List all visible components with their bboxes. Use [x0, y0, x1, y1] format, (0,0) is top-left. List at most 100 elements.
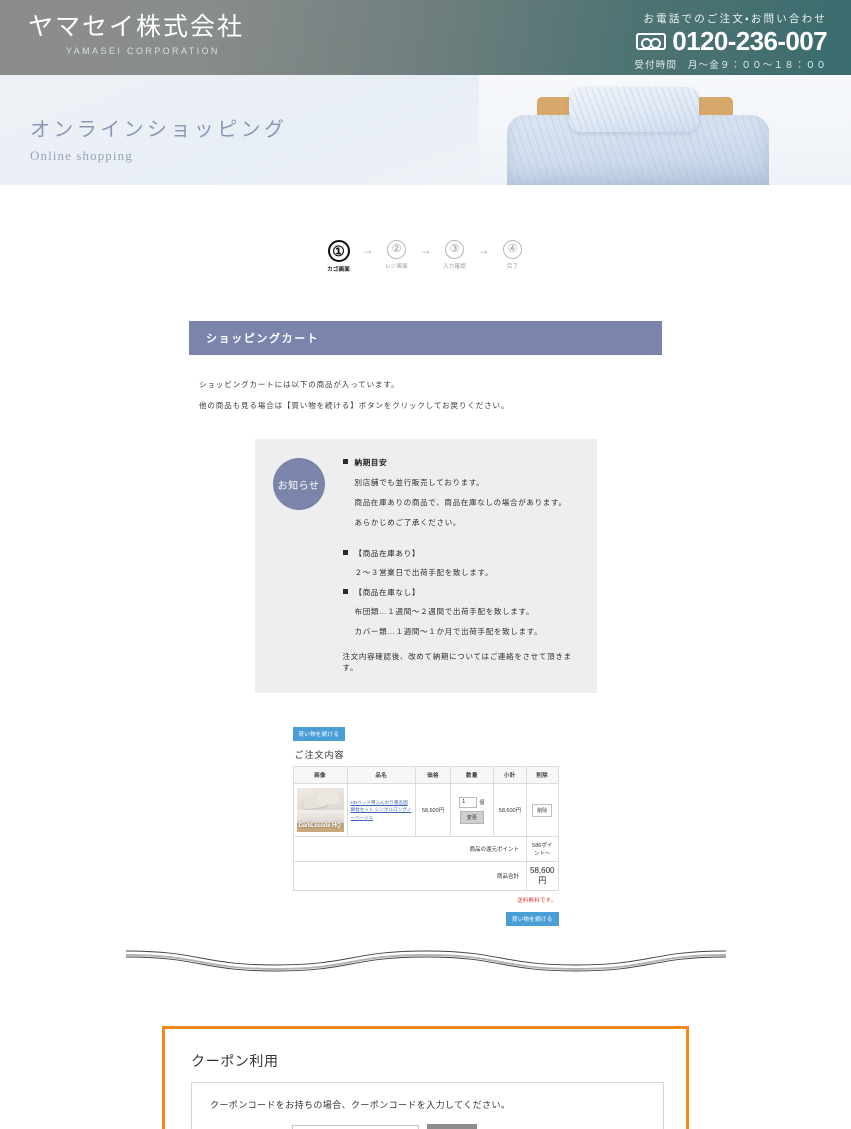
- brand-logo[interactable]: ヤマセイ株式会社 YAMASEI CORPORATION: [28, 12, 244, 56]
- cell-product-image: DarkLessde HQ: [292, 783, 348, 837]
- cell-quantity: 個 変更: [449, 783, 494, 837]
- quantity-control: 個: [454, 796, 490, 808]
- page-root: ヤマセイ株式会社 YAMASEI CORPORATION お電話でのご注文・お問…: [0, 0, 851, 1129]
- notice-line-1: 別店舗でも並行販売しております。: [354, 478, 485, 487]
- checkout-step-indicator: ① カゴ画面 → ② レジ画面 → ③ 入力確認 → ④ 完了: [0, 240, 851, 273]
- coupon-title: クーポン利用: [191, 1053, 279, 1069]
- column-header-product-name: 品名: [346, 766, 417, 784]
- notice-group-2-title: 【商品在庫なし】: [342, 587, 579, 598]
- notice-spacer: [343, 537, 579, 548]
- table-row: DarkLessde HQ HDベッド用ふんわり重吾国綿枕セット シングルロング…: [292, 783, 559, 837]
- column-header-image: 画像: [292, 766, 348, 784]
- step-3-confirm: ③ 入力確認: [437, 240, 473, 270]
- shipping-free-note: 送料無料です。: [517, 898, 557, 904]
- cart-description: ショッピングカートには以下の商品が入っています。 他の商品も見る場合は【買い物を…: [199, 379, 662, 411]
- contact-phone-block: お電話でのご注文・お問い合わせ 0120-236-007 受付時間 月〜金９：０…: [634, 11, 827, 71]
- continue-shopping-button-bottom[interactable]: 買い物を続ける: [505, 912, 559, 926]
- notice-line-2: 商品在庫ありの商品で、商品在庫なしの場合があります。: [354, 498, 567, 507]
- column-header-delete: 削除: [526, 766, 559, 784]
- coupon-inner-box: クーポンコードをお持ちの場合、クーポンコードを入力してください。 クーポンコード…: [191, 1082, 664, 1129]
- column-header-price: 価格: [415, 766, 451, 784]
- hero-text: オンラインショッピング Online shopping: [30, 113, 287, 164]
- hero-banner: オンラインショッピング Online shopping: [0, 75, 851, 185]
- square-bullet-icon: [342, 550, 348, 555]
- step-2-register: ② レジ画面: [379, 240, 415, 270]
- step-1-label: カゴ画面: [327, 267, 350, 273]
- column-header-quantity: 数量: [449, 766, 494, 784]
- step-1-cart: ① カゴ画面: [321, 240, 357, 273]
- cell-price: 58,600円: [415, 783, 451, 837]
- product-thumbnail-image[interactable]: DarkLessde HQ: [296, 788, 344, 832]
- phone-hours: 受付時間 月〜金９：００〜１８：００: [634, 60, 827, 71]
- notice-group-1-title-text: 【商品在庫あり】: [354, 549, 421, 558]
- cell-delete: 削除: [526, 783, 559, 837]
- square-bullet-icon: [342, 589, 348, 594]
- notice-heading-text: 納期目安: [354, 458, 388, 467]
- quantity-unit-label: 個: [479, 799, 485, 806]
- hero-title: オンラインショッピング: [30, 117, 288, 141]
- points-row: 商品の還元ポイント 586ポイント〜: [292, 836, 559, 862]
- wave-divider: [0, 943, 851, 978]
- continue-shopping-row-bottom: 買い物を続ける: [293, 908, 559, 926]
- quantity-change-button[interactable]: 変更: [459, 810, 484, 824]
- phone-lead-text: お電話でのご注文・お問い合わせ: [643, 13, 827, 25]
- cell-product-name: HDベッド用ふんわり重吾国綿枕セット シングルロングノーベージュ: [346, 783, 417, 837]
- phone-number: 0120-236-007: [672, 26, 827, 56]
- total-value: 58,600円: [526, 861, 559, 891]
- hero-subtitle: Online shopping: [30, 148, 133, 163]
- wave-divider-svg: [125, 950, 726, 972]
- notice-badge: お知らせ: [272, 458, 325, 510]
- order-contents-area: 買い物を続ける ご注文内容 画像 品名 価格 数量 小計 削除 DarkLess…: [292, 723, 559, 926]
- step-arrow-2: →: [419, 243, 432, 257]
- points-label: 商品の還元ポイント: [292, 836, 527, 862]
- cell-subtotal: 58,600円: [492, 783, 528, 837]
- brand-name-en: YAMASEI CORPORATION: [66, 46, 220, 56]
- step-4-label: 完了: [506, 264, 519, 270]
- coupon-lead-text: クーポンコードをお持ちの場合、クーポンコードを入力してください。: [210, 1100, 511, 1110]
- notice-line-3: あらかじめご了承ください。: [354, 518, 462, 527]
- product-name-link[interactable]: HDベッド用ふんわり重吾国綿枕セット シングルロングノーベージュ: [351, 799, 413, 820]
- notice-group-1-title: 【商品在庫あり】: [342, 548, 579, 559]
- notice-group-2-title-text: 【商品在庫なし】: [354, 588, 421, 597]
- notice-heading: 納期目安: [342, 457, 579, 468]
- step-2-label: レジ画面: [385, 264, 408, 270]
- phone-number-row: 0120-236-007: [634, 26, 828, 56]
- step-2-number: ②: [387, 240, 406, 259]
- notice-body: 納期目安 別店舗でも並行販売しております。 商品在庫ありの商品で、商品在庫なしの…: [342, 456, 579, 673]
- thumbnail-overlay-text: DarkLessde HQ: [298, 823, 341, 829]
- continue-shopping-button-top[interactable]: 買い物を続ける: [292, 727, 346, 741]
- cart-description-line-1: ショッピングカートには以下の商品が入っています。: [199, 380, 400, 389]
- total-row: 商品合計 58,600円: [292, 861, 559, 891]
- thumbnail-mattress-shape: [296, 810, 344, 824]
- delete-item-button[interactable]: 削除: [532, 803, 553, 817]
- coupon-code-input[interactable]: [292, 1125, 420, 1129]
- step-arrow-1: →: [361, 243, 374, 257]
- bed-pillow-shape: [569, 87, 699, 132]
- cart-description-line-2: 他の商品も見る場合は【買い物を続ける】ボタンをクリックしてお戻りください。: [199, 401, 510, 410]
- square-bullet-icon: [342, 459, 348, 464]
- step-1-number: ①: [327, 240, 350, 262]
- free-dial-icon: [636, 32, 667, 50]
- notice-group-1-line-1: ２〜３営業日で出荷手配を致します。: [354, 568, 494, 577]
- coupon-apply-button[interactable]: 適用: [427, 1124, 478, 1129]
- coupon-section: クーポン利用 クーポンコードをお持ちの場合、クーポンコードを入力してください。 …: [162, 1026, 689, 1129]
- column-header-subtotal: 小計: [492, 766, 528, 784]
- step-4-number: ④: [503, 240, 522, 259]
- cart-items-table: 画像 品名 価格 数量 小計 削除 DarkLessde HQ HDベッド用ふん…: [292, 766, 559, 891]
- shopping-cart-section: ショッピングカート ショッピングカートには以下の商品が入っています。 他の商品も…: [189, 321, 662, 411]
- section-title-shopping-cart: ショッピングカート: [189, 321, 662, 355]
- cart-table-header-row: 画像 品名 価格 数量 小計 削除: [292, 766, 559, 784]
- step-3-label: 入力確認: [443, 264, 466, 270]
- order-contents-heading: ご注文内容: [294, 750, 345, 760]
- total-label: 商品合計: [292, 861, 527, 891]
- notice-group-2-line-1: 布団類…１週間〜２週間で出荷手配を致します。: [354, 607, 535, 616]
- points-value: 586ポイント〜: [526, 836, 559, 862]
- hero-bed-photo: [479, 75, 851, 185]
- quantity-input[interactable]: [459, 796, 478, 808]
- notice-group-2-line-2: カバー類…１週間〜１か月で出荷手配を致します。: [354, 627, 543, 636]
- step-arrow-3: →: [477, 243, 490, 257]
- step-4-complete: ④ 完了: [495, 240, 531, 270]
- coupon-form: クーポンコード適用※クーポンは1注文につき1つのみ利用できます。: [210, 1124, 645, 1129]
- thumbnail-pillow2-shape: [315, 791, 340, 806]
- notice-footer: 注文内容確認後、改めて納期についてはご連絡をさせて頂きます。: [342, 652, 572, 672]
